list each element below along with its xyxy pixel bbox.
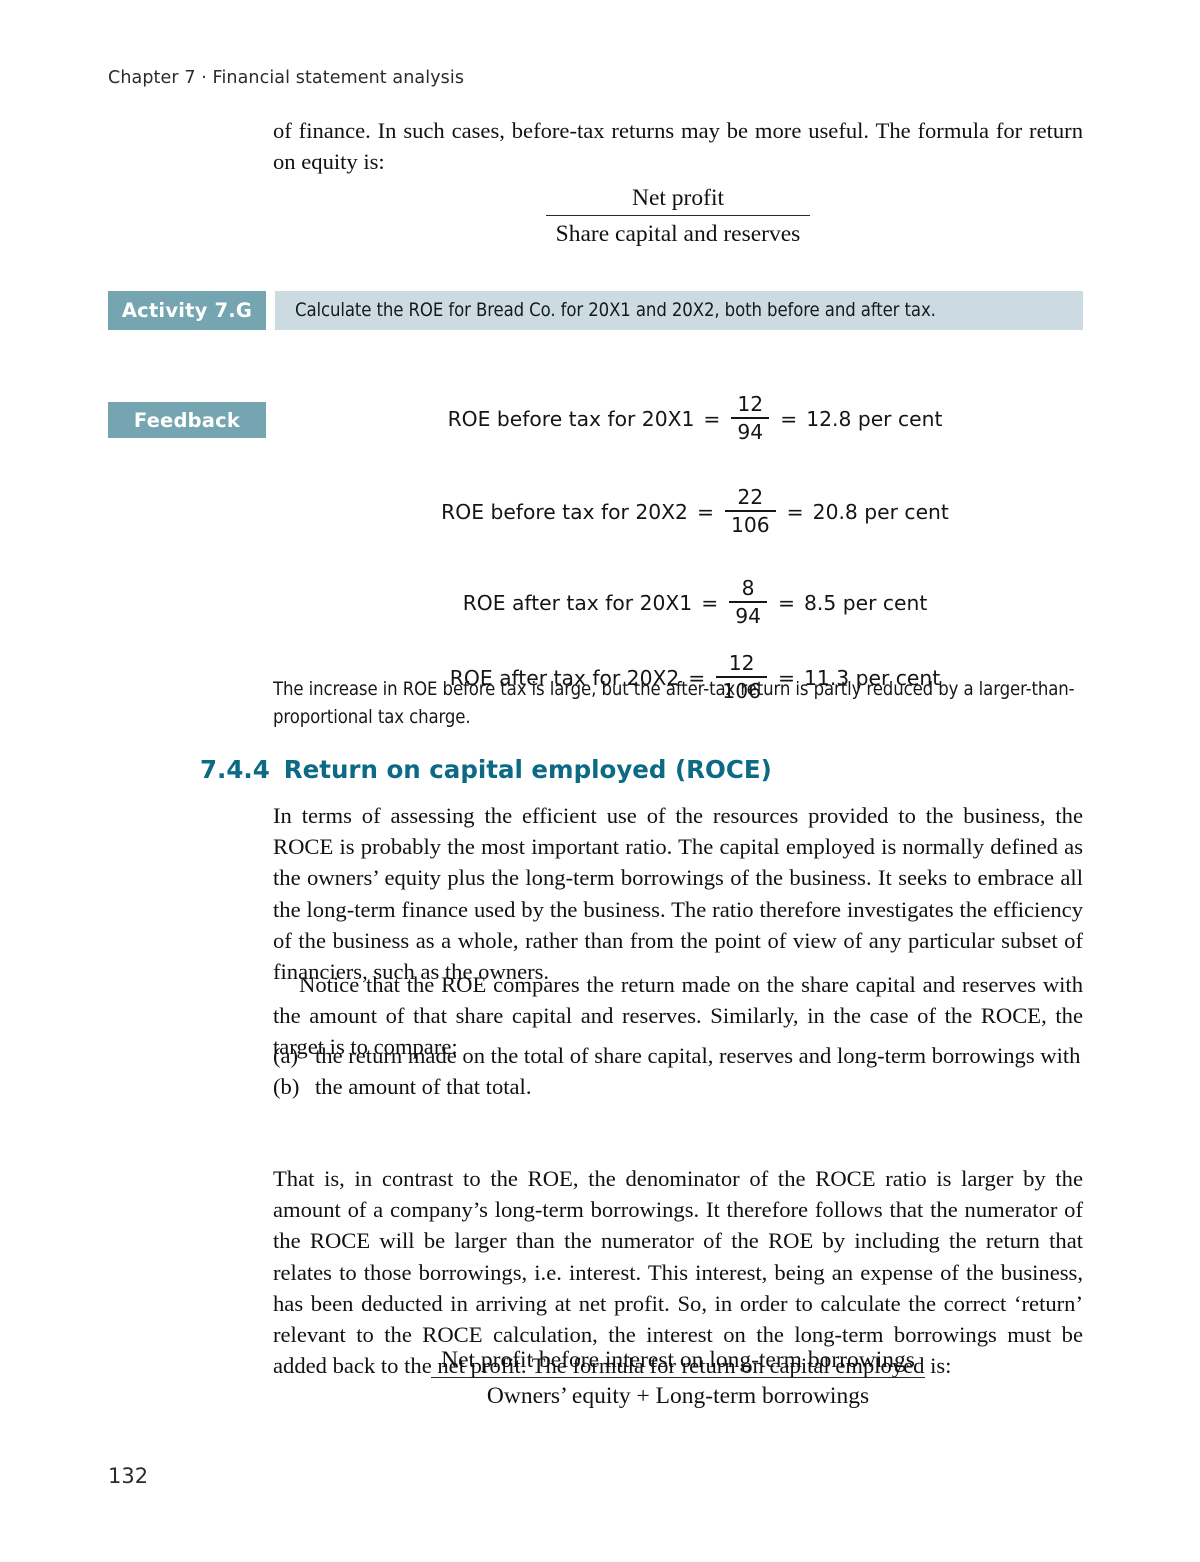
- activity-band: Activity 7.G Calculate the ROE for Bread…: [108, 291, 1083, 330]
- section-title: Return on capital employed (ROCE): [283, 755, 772, 784]
- list-item: (a) the return made on the total of shar…: [273, 1040, 1085, 1071]
- list-item-marker: (a): [273, 1043, 299, 1068]
- activity-text: Calculate the ROE for Bread Co. for 20X1…: [275, 291, 1083, 330]
- equation-label: ROE before tax for 20X2: [441, 499, 688, 524]
- equation-result: 8.5 per cent: [804, 590, 928, 615]
- feedback-label: Feedback: [108, 402, 266, 438]
- equation-label: ROE after tax for 20X1: [462, 590, 693, 615]
- equation-row: ROE after tax for 20X1 = 8 94 = 8.5 per …: [300, 576, 1090, 629]
- equation-numerator: 22: [724, 485, 776, 512]
- intro-paragraph-block: of finance. In such cases, before-tax re…: [273, 115, 1083, 177]
- equation-label: ROE before tax for 20X1: [447, 406, 695, 431]
- equals-sign: =: [778, 590, 796, 615]
- equals-sign: =: [701, 590, 719, 615]
- equation-denominator: 94: [737, 420, 764, 444]
- equation-numerator: 12: [731, 392, 770, 419]
- list-item-marker: (b): [273, 1074, 300, 1100]
- equals-sign: =: [696, 499, 714, 524]
- equals-sign: =: [786, 499, 804, 524]
- roe-fraction: Net profit Share capital and reserves: [545, 183, 811, 249]
- equation-row: ROE before tax for 20X2 = 22 106 = 20.8 …: [300, 485, 1090, 538]
- document-page: Chapter 7 · Financial statement analysis…: [0, 0, 1200, 1562]
- equation-result: 12.8 per cent: [806, 406, 943, 431]
- roe-formula: Net profit Share capital and reserves: [273, 183, 1083, 249]
- section-heading: 7.4.4 Return on capital employed (ROCE): [200, 755, 772, 784]
- roce-formula: Net profit before interest on long-term …: [273, 1345, 1083, 1411]
- feedback-equations: ROE before tax for 20X1 = 12 94 = 12.8 p…: [300, 392, 1090, 704]
- equation-row: ROE before tax for 20X1 = 12 94 = 12.8 p…: [300, 392, 1090, 445]
- page-number: 132: [108, 1464, 149, 1488]
- roce-paragraph-1: In terms of assessing the efficient use …: [273, 803, 1083, 985]
- roce-fraction: Net profit before interest on long-term …: [431, 1345, 925, 1411]
- equation-fraction: 12 94: [731, 392, 770, 445]
- list-item-text: the amount of that total.: [315, 1074, 532, 1100]
- roce-paragraph-1-block: In terms of assessing the efficient use …: [273, 800, 1083, 987]
- equals-sign: =: [703, 406, 721, 431]
- intro-paragraph: of finance. In such cases, before-tax re…: [273, 118, 1083, 175]
- equation-denominator: 106: [730, 513, 770, 537]
- equation-fraction: 8 94: [729, 576, 768, 629]
- activity-label: Activity 7.G: [108, 291, 266, 330]
- roce-numerator: Net profit before interest on long-term …: [431, 1345, 925, 1378]
- roe-denominator: Share capital and reserves: [555, 221, 801, 247]
- roe-numerator: Net profit: [545, 183, 811, 216]
- equation-result: 20.8 per cent: [812, 499, 949, 524]
- running-head: Chapter 7 · Financial statement analysis: [108, 68, 465, 88]
- feedback-note: The increase in ROE before tax is large,…: [273, 679, 1075, 728]
- section-number: 7.4.4: [200, 755, 270, 784]
- equation-fraction: 22 106: [724, 485, 776, 538]
- compare-list: (a) the return made on the total of shar…: [273, 1040, 1085, 1102]
- equals-sign: =: [780, 406, 798, 431]
- list-item: (b) the amount of that total.: [273, 1071, 1085, 1102]
- list-item-text: the return made on the total of share ca…: [315, 1043, 1081, 1068]
- equation-denominator: 94: [735, 604, 762, 628]
- equation-numerator: 8: [729, 576, 768, 603]
- equation-numerator: 12: [716, 651, 768, 678]
- roce-denominator: Owners’ equity + Long-term borrowings: [486, 1383, 870, 1409]
